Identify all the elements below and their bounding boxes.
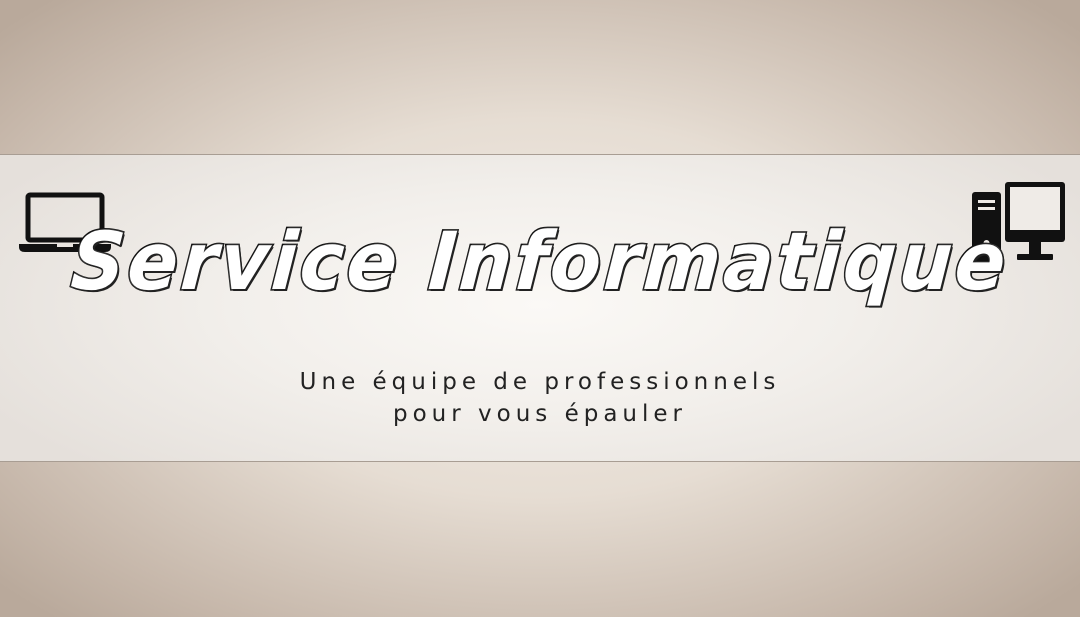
subtitle-line-1: Une équipe de professionnels: [299, 369, 781, 395]
banner-title: Service Informatique: [67, 214, 1013, 310]
subtitle-line-2: pour vous épauler: [393, 401, 687, 427]
banner-subtitle: Une équipe de professionnels pour vous é…: [0, 366, 1080, 430]
